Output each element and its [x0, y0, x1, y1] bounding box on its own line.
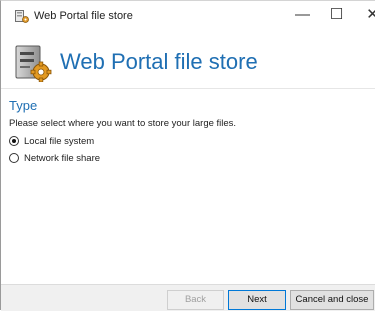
page-title: Web Portal file store: [60, 49, 258, 74]
maximize-button[interactable]: ☐: [318, 1, 355, 31]
section-heading: Type: [9, 98, 38, 113]
option-label: Network file share: [24, 152, 101, 164]
dialog-window: Web Portal file store — ☐ ✕ Web Portal f: [0, 0, 375, 311]
option-network-file-share[interactable]: Network file share: [9, 151, 100, 165]
file-store-small-icon: [15, 10, 29, 23]
minimize-button[interactable]: —: [284, 1, 321, 31]
back-button[interactable]: Back: [167, 290, 224, 310]
instruction-text: Please select where you want to store yo…: [9, 118, 237, 129]
option-local-file-system[interactable]: Local file system: [9, 134, 94, 148]
close-button[interactable]: ✕: [354, 1, 375, 31]
title-bar: Web Portal file store — ☐ ✕: [1, 1, 375, 31]
window-title: Web Portal file store: [34, 10, 133, 22]
radio-network-file-share[interactable]: [9, 153, 19, 163]
button-bar: Back Next Cancel and close: [1, 284, 375, 311]
cancel-and-close-button[interactable]: Cancel and close: [290, 290, 374, 310]
next-button[interactable]: Next: [228, 290, 286, 310]
header-divider: [1, 88, 375, 89]
option-label: Local file system: [24, 135, 95, 147]
radio-local-file-system[interactable]: [9, 136, 19, 146]
file-store-gear-icon: [15, 45, 52, 82]
